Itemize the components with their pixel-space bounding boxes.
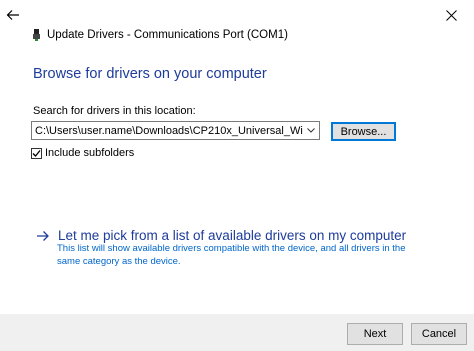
close-button[interactable]	[428, 0, 474, 30]
pick-from-list-link[interactable]: Let me pick from a list of available dri…	[36, 228, 406, 243]
dialog-footer: Next Cancel	[0, 314, 474, 351]
window-title: Update Drivers - Communications Port (CO…	[47, 29, 288, 41]
combo-dropdown-button[interactable]	[303, 122, 319, 139]
page-heading: Browse for drivers on your computer	[33, 66, 267, 82]
chevron-down-icon	[307, 128, 315, 133]
next-button[interactable]: Next	[347, 323, 403, 345]
driver-path-input[interactable]: C:\Users\user.name\Downloads\CP210x_Univ…	[32, 125, 303, 137]
search-location-label: Search for drivers in this location:	[33, 105, 196, 117]
update-drivers-window: Update Drivers - Communications Port (CO…	[0, 0, 474, 351]
pick-from-list-description: This list will show available drivers co…	[57, 243, 406, 267]
title-bar	[0, 0, 474, 30]
device-icon	[33, 29, 40, 41]
pick-from-list-label[interactable]: Let me pick from a list of available dri…	[58, 228, 406, 243]
cancel-button[interactable]: Cancel	[411, 323, 467, 345]
checkmark-icon	[32, 149, 41, 157]
browse-button[interactable]: Browse...	[331, 122, 396, 141]
driver-path-combobox[interactable]: C:\Users\user.name\Downloads\CP210x_Univ…	[31, 121, 320, 140]
back-arrow-icon[interactable]	[6, 8, 20, 22]
include-subfolders-label: Include subfolders	[45, 147, 135, 159]
arrow-right-icon	[37, 230, 49, 241]
close-icon	[445, 9, 457, 21]
checkbox-box[interactable]	[31, 147, 42, 159]
include-subfolders-checkbox[interactable]: Include subfolders	[31, 147, 134, 159]
